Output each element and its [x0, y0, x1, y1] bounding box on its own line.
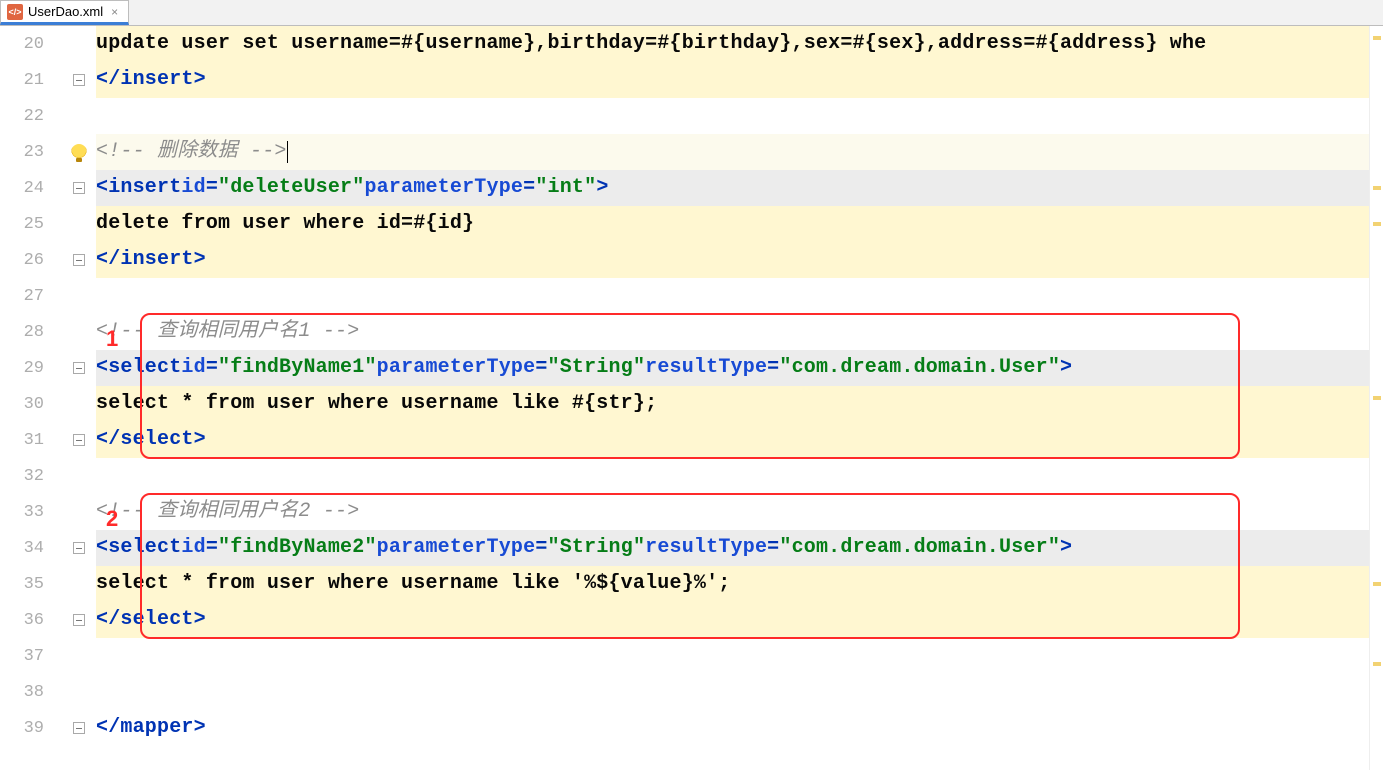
fold-cell [62, 458, 96, 494]
code-area[interactable]: update user set username=#{username},bir… [96, 26, 1369, 770]
code-line[interactable]: </insert> [96, 242, 1369, 278]
code-line[interactable]: <!-- 查询相同用户名1 --> [96, 314, 1369, 350]
fold-cell [62, 242, 96, 278]
line-number: 31 [8, 422, 44, 458]
line-number: 34 [8, 530, 44, 566]
line-number: 37 [8, 638, 44, 674]
marker-strip [1369, 26, 1383, 770]
line-number: 24 [8, 170, 44, 206]
fold-cell [62, 710, 96, 746]
line-number: 35 [8, 566, 44, 602]
fold-cell [62, 134, 96, 170]
line-number: 29 [8, 350, 44, 386]
fold-cell [62, 206, 96, 242]
code-line[interactable]: delete from user where id=#{id} [96, 206, 1369, 242]
tab-label: UserDao.xml [28, 4, 103, 19]
code-line[interactable] [96, 674, 1369, 710]
fold-cell [62, 494, 96, 530]
fold-close-icon[interactable] [73, 722, 85, 734]
code-line[interactable]: <select id="findByName2" parameterType="… [96, 530, 1369, 566]
fold-cell [62, 566, 96, 602]
fold-cell [62, 530, 96, 566]
fold-cell [62, 386, 96, 422]
line-number: 26 [8, 242, 44, 278]
line-number: 28 [8, 314, 44, 350]
fold-cell [62, 314, 96, 350]
fold-column [62, 26, 96, 770]
code-line[interactable] [96, 458, 1369, 494]
code-line[interactable]: </insert> [96, 62, 1369, 98]
line-number: 23 [8, 134, 44, 170]
fold-open-icon[interactable] [73, 182, 85, 194]
code-line[interactable]: </select> [96, 602, 1369, 638]
fold-open-icon[interactable] [73, 542, 85, 554]
fold-cell [62, 170, 96, 206]
code-line[interactable]: select * from user where username like '… [96, 566, 1369, 602]
fold-cell [62, 638, 96, 674]
code-editor[interactable]: 2021222324252627282930313233343536373839… [0, 26, 1383, 770]
line-number: 27 [8, 278, 44, 314]
fold-close-icon[interactable] [73, 74, 85, 86]
fold-cell [62, 98, 96, 134]
close-icon[interactable]: × [111, 5, 118, 19]
fold-cell [62, 278, 96, 314]
xml-file-icon: </> [7, 4, 23, 20]
tab-userdao-xml[interactable]: </> UserDao.xml × [0, 0, 129, 25]
code-line[interactable]: <select id="findByName1" parameterType="… [96, 350, 1369, 386]
line-number: 33 [8, 494, 44, 530]
fold-cell [62, 62, 96, 98]
line-number: 20 [8, 26, 44, 62]
tab-bar: </> UserDao.xml × [0, 0, 1383, 26]
fold-cell [62, 602, 96, 638]
code-line[interactable] [96, 278, 1369, 314]
intention-bulb-icon[interactable] [71, 144, 87, 160]
line-number: 25 [8, 206, 44, 242]
line-number: 21 [8, 62, 44, 98]
code-line[interactable]: <!-- 删除数据 --> [96, 134, 1369, 170]
fold-close-icon[interactable] [73, 434, 85, 446]
code-line[interactable]: update user set username=#{username},bir… [96, 26, 1369, 62]
code-line[interactable]: </select> [96, 422, 1369, 458]
line-number: 36 [8, 602, 44, 638]
code-line[interactable]: <insert id="deleteUser" parameterType="i… [96, 170, 1369, 206]
code-line[interactable]: </mapper> [96, 710, 1369, 746]
code-line[interactable]: <!-- 查询相同用户名2 --> [96, 494, 1369, 530]
fold-cell [62, 674, 96, 710]
left-margin [0, 26, 8, 770]
line-number: 39 [8, 710, 44, 746]
line-number: 38 [8, 674, 44, 710]
line-number: 32 [8, 458, 44, 494]
line-number-gutter: 2021222324252627282930313233343536373839 [8, 26, 62, 770]
code-line[interactable] [96, 98, 1369, 134]
fold-cell [62, 422, 96, 458]
code-line[interactable]: select * from user where username like #… [96, 386, 1369, 422]
line-number: 30 [8, 386, 44, 422]
fold-cell [62, 350, 96, 386]
fold-close-icon[interactable] [73, 254, 85, 266]
line-number: 22 [8, 98, 44, 134]
code-line[interactable] [96, 638, 1369, 674]
fold-close-icon[interactable] [73, 614, 85, 626]
fold-open-icon[interactable] [73, 362, 85, 374]
fold-cell [62, 26, 96, 62]
